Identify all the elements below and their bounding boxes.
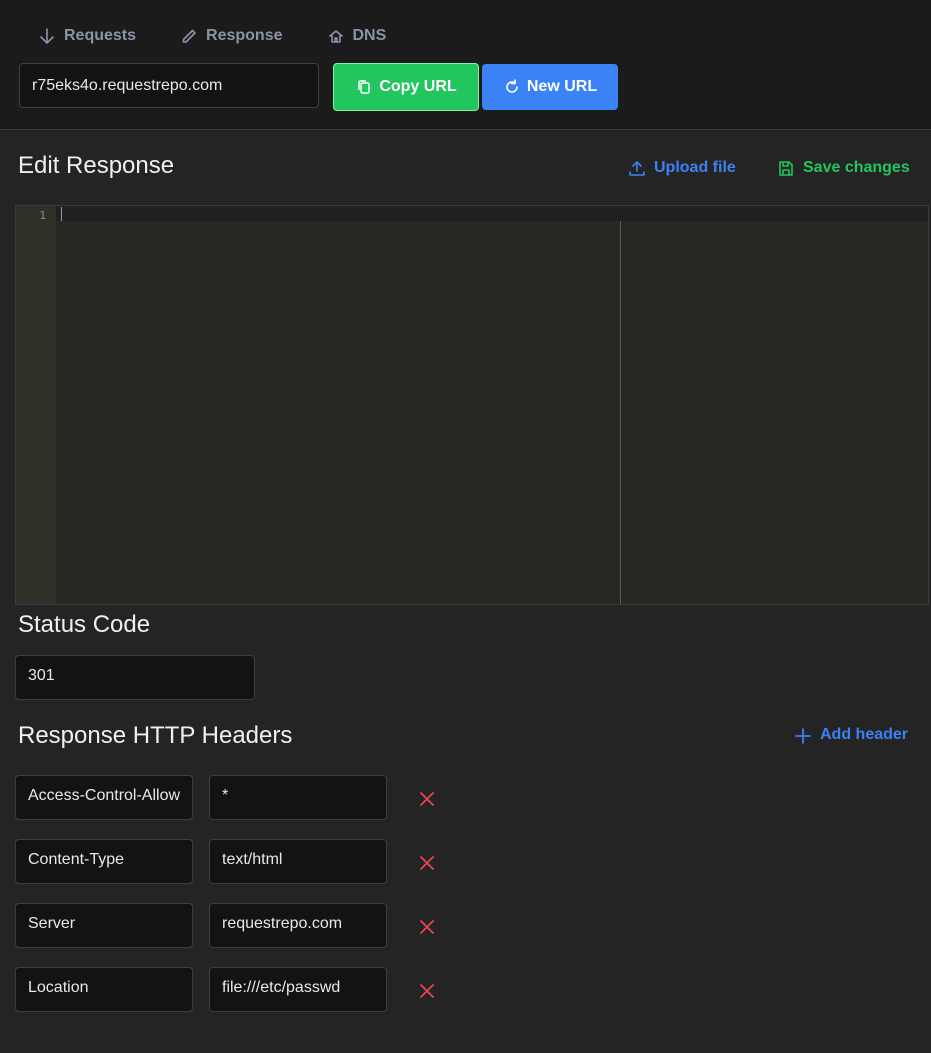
headers-title: Response HTTP Headers xyxy=(18,722,293,749)
copy-url-label: Copy URL xyxy=(379,78,457,95)
copy-url-button[interactable]: Copy URL xyxy=(333,63,479,111)
upload-file-label: Upload file xyxy=(654,159,736,176)
header-name-input[interactable]: Location xyxy=(15,967,193,1012)
pencil-icon xyxy=(182,29,196,43)
save-changes-label: Save changes xyxy=(803,159,910,176)
nav-tabs: Requests Response DNS xyxy=(38,26,430,46)
new-url-label: New URL xyxy=(526,78,598,95)
header-name-input[interactable]: Server xyxy=(15,903,193,948)
new-url-button[interactable]: New URL xyxy=(482,64,618,110)
tab-requests[interactable]: Requests xyxy=(38,26,136,46)
delete-header-icon[interactable] xyxy=(417,981,437,1001)
tab-label: DNS xyxy=(352,27,387,44)
refresh-icon xyxy=(506,79,518,93)
tab-label: Response xyxy=(206,27,283,44)
delete-header-icon[interactable] xyxy=(417,917,437,937)
header-value-input[interactable]: text/html xyxy=(209,839,387,884)
tab-label: Requests xyxy=(64,27,137,44)
editor-active-line xyxy=(56,206,928,221)
save-icon xyxy=(779,161,793,176)
copy-icon xyxy=(358,80,371,94)
plus-icon xyxy=(795,728,811,744)
header-name-input[interactable]: Access-Control-Allow xyxy=(15,775,193,820)
url-input[interactable]: r75eks4o.requestrepo.com xyxy=(19,63,319,108)
status-code-title: Status Code xyxy=(18,611,151,638)
delete-header-icon[interactable] xyxy=(417,853,437,873)
upload-file-button[interactable]: Upload file xyxy=(628,158,736,178)
home-icon xyxy=(328,30,343,43)
header-value-input[interactable]: file:///etc/passwd xyxy=(209,967,387,1012)
top-bar: Requests Response DNS r75eks4o.requestre… xyxy=(0,0,931,130)
arrow-down-icon xyxy=(40,28,54,44)
header-name-input[interactable]: Content-Type xyxy=(15,839,193,884)
editor-print-margin xyxy=(620,221,621,604)
save-changes-button[interactable]: Save changes xyxy=(777,158,910,178)
upload-icon xyxy=(629,161,645,176)
status-code-input[interactable]: 301 xyxy=(15,655,255,700)
editor-gutter: 1 xyxy=(16,206,56,604)
header-value-input[interactable]: requestrepo.com xyxy=(209,903,387,948)
editor-cursor xyxy=(61,207,62,221)
add-header-label: Add header xyxy=(820,726,909,743)
response-editor[interactable]: 1 xyxy=(15,205,929,605)
tab-response[interactable]: Response xyxy=(180,26,283,46)
edit-response-title: Edit Response xyxy=(18,152,175,179)
delete-header-icon[interactable] xyxy=(417,789,437,809)
add-header-button[interactable]: Add header xyxy=(794,725,908,745)
tab-dns[interactable]: DNS xyxy=(327,26,387,46)
header-value-input[interactable]: * xyxy=(209,775,387,820)
line-number: 1 xyxy=(39,209,46,222)
